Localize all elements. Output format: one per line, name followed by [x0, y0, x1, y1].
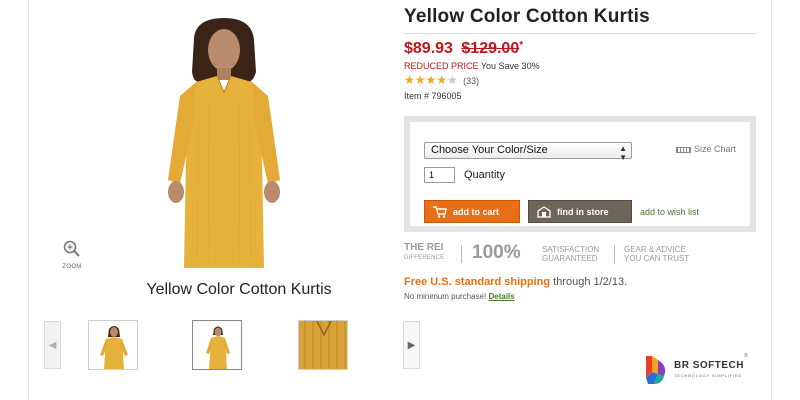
gear-advice-label: GEAR & ADVICE — [624, 245, 686, 254]
cart-icon — [433, 205, 447, 218]
minimum-purchase-text: No minimum purchase! — [404, 292, 489, 301]
find-in-store-button[interactable]: find in store — [528, 200, 632, 223]
size-chart-label: Size Chart — [694, 144, 737, 154]
quantity-input[interactable] — [424, 167, 455, 183]
rei-difference: THE REI DIFFERENCE — [404, 243, 444, 263]
savings-text: You Save 30% — [480, 61, 540, 71]
zoom-icon — [63, 240, 80, 257]
strip-divider — [614, 245, 615, 263]
find-in-store-label: find in store — [557, 206, 609, 217]
price-current: $89.93 — [404, 40, 453, 57]
product-main-image[interactable] — [124, 10, 324, 272]
zoom-button[interactable]: ZOOM — [57, 240, 87, 270]
store-icon — [537, 205, 551, 218]
add-to-cart-button[interactable]: add to cart — [424, 200, 520, 223]
details-link[interactable]: Details — [488, 292, 514, 301]
satisfaction-guaranteed: SATISFACTION GUARANTEED — [542, 245, 599, 263]
guaranteed-label: GUARANTEED — [542, 254, 598, 263]
thumbnail-strip: ◀ ▶ — [44, 320, 420, 372]
thumbnail-prev-button[interactable]: ◀ — [44, 321, 61, 369]
select-caret-icon: ▲ ▼ — [619, 144, 627, 162]
color-size-select-value: Choose Your Color/Size — [431, 144, 548, 156]
you-can-trust-label: YOU CAN TRUST — [624, 254, 690, 263]
br-softech-logo-icon — [646, 356, 666, 384]
chevron-right-icon: ▶ — [407, 339, 416, 351]
thumbnail-2[interactable] — [192, 320, 242, 370]
shipping-through-date: through 1/2/13. — [550, 276, 628, 288]
registered-mark: ® — [744, 353, 748, 359]
thumbnail-next-button[interactable]: ▶ — [403, 321, 420, 369]
shipping-notice: Free U.S. standard shipping through 1/2/… — [404, 276, 627, 288]
ruler-icon — [676, 146, 691, 153]
color-size-select[interactable]: Choose Your Color/Size ▲ ▼ — [424, 142, 632, 162]
item-number: Item # 796005 — [404, 91, 462, 101]
title-divider — [404, 33, 756, 34]
strip-divider — [461, 245, 462, 263]
rating-count[interactable]: (33) — [463, 76, 479, 86]
rei-difference-strip: THE REI DIFFERENCE 100% SATISFACTION GUA… — [404, 243, 756, 267]
satisfaction-percent: 100% — [472, 242, 521, 263]
satisfaction-label: SATISFACTION — [542, 245, 600, 254]
quantity-label: Quantity — [464, 169, 505, 181]
zoom-label: ZOOM — [62, 264, 82, 270]
price-asterisk: * — [519, 40, 524, 51]
free-shipping-text: Free U.S. standard shipping — [404, 276, 551, 288]
rating[interactable]: ★★★★★ (33) — [404, 73, 479, 87]
size-chart-link[interactable]: Size Chart — [676, 144, 736, 154]
brand-name: BR SOFTECH — [674, 360, 744, 371]
rei-label: THE REI — [404, 242, 444, 253]
thumbnail-2-image — [206, 326, 230, 369]
reduced-price-line: REDUCED PRICE You Save 30% — [404, 61, 540, 71]
brand-logo: BR SOFTECH TECHNOLOGY SIMPLIFIED ® — [640, 350, 758, 390]
difference-label: DIFFERENCE — [404, 255, 445, 261]
brand-tagline: TECHNOLOGY SIMPLIFIED — [674, 373, 743, 378]
image-caption: Yellow Color Cotton Kurtis — [146, 281, 332, 298]
buy-box: Choose Your Color/Size ▲▼ Size Chart Qua… — [404, 116, 756, 232]
thumbnail-3[interactable] — [298, 320, 348, 370]
add-to-cart-label: add to cart — [453, 206, 500, 217]
minimum-purchase-note: No minimum purchase! Details — [404, 292, 515, 301]
thumbnail-1[interactable] — [88, 320, 138, 370]
star-rating-icon: ★★★★★ — [404, 73, 458, 87]
chevron-left-icon: ◀ — [48, 339, 57, 351]
thumbnail-3-image — [299, 321, 347, 369]
thumbnail-1-image — [100, 326, 128, 369]
wish-list-link[interactable]: add to wish list — [640, 207, 699, 217]
product-title: Yellow Color Cotton Kurtis — [404, 6, 650, 27]
price-original: $129.00 — [461, 40, 520, 57]
price-row: $89.93 $129.00* — [404, 40, 523, 58]
gear-advice: GEAR & ADVICE YOU CAN TRUST — [624, 245, 689, 263]
reduced-price-label: REDUCED PRICE — [404, 61, 479, 71]
